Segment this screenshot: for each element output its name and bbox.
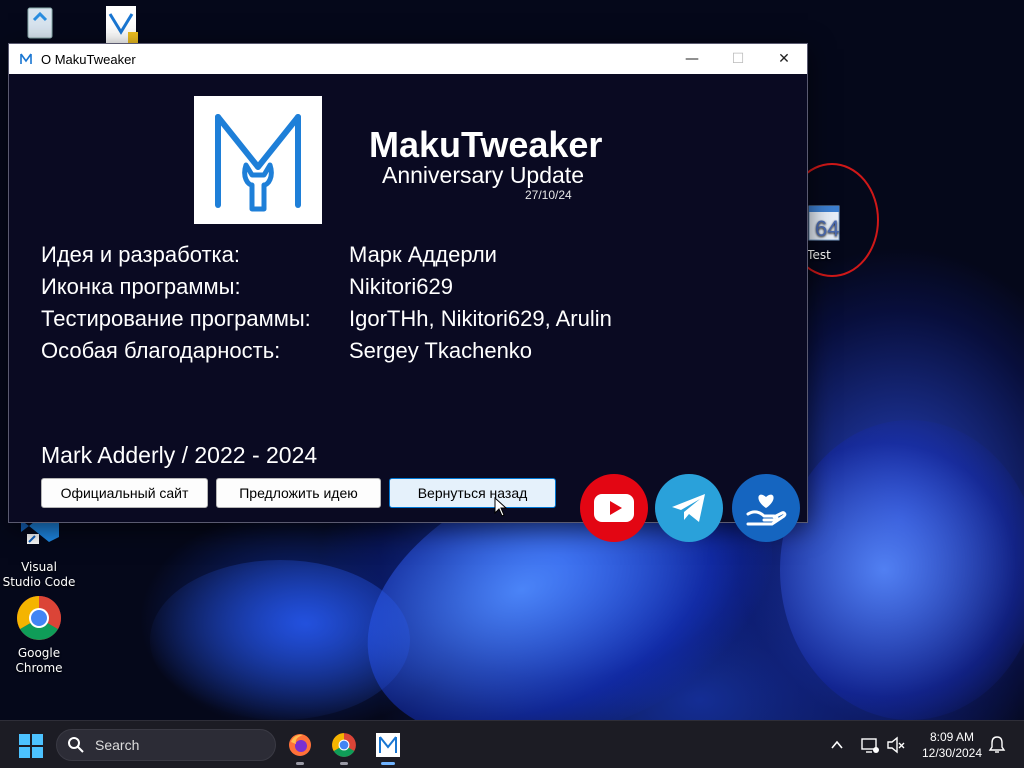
chrome-icon [15, 594, 63, 642]
about-content: MakuTweaker Anniversary Update 27/10/24 … [9, 74, 807, 542]
wallpaper-swirl [780, 420, 1024, 720]
firefox-icon [289, 734, 311, 756]
credit-value: IgorTHh, Nikitori629, Arulin [349, 306, 612, 331]
donate-icon [746, 494, 787, 526]
credit-label: Тестирование программы: [41, 306, 311, 331]
suggest-idea-button[interactable]: Предложить идею [216, 478, 381, 508]
wallpaper-swirl [150, 560, 410, 720]
active-indicator [381, 762, 395, 765]
app-logo [194, 96, 322, 224]
taskbar-firefox[interactable] [284, 729, 316, 765]
youtube-button[interactable] [580, 474, 648, 542]
credit-value: Sergey Tkachenko [349, 338, 533, 363]
taskbar: Search 8:09 AM 12/30/2024 [0, 720, 1024, 768]
running-indicator [296, 762, 304, 765]
go-back-button[interactable]: Вернуться назад [389, 478, 556, 508]
app-icon [20, 53, 32, 64]
makutweaker-logo-icon [215, 114, 301, 212]
minimize-button[interactable]: — [669, 44, 715, 74]
system-clock[interactable]: 8:09 AM 12/30/2024 [918, 729, 986, 761]
donate-button[interactable] [732, 474, 800, 542]
title-bar[interactable]: О MakuTweaker — ☐ ✕ [9, 44, 807, 74]
mouse-cursor-icon [494, 497, 508, 517]
credit-value: Марк Аддерли [349, 242, 497, 267]
official-site-button[interactable]: Официальный сайт [41, 478, 208, 508]
youtube-icon [594, 494, 634, 522]
taskbar-makutweaker[interactable] [372, 729, 404, 765]
makutweaker-icon [376, 733, 400, 757]
credit-value: Nikitori629 [349, 274, 453, 299]
credit-label: Особая благодарность: [41, 338, 281, 363]
maximize-button[interactable]: ☐ [715, 44, 761, 74]
running-indicator [340, 762, 348, 765]
app-name: MakuTweaker [369, 124, 603, 165]
telegram-icon [672, 494, 705, 522]
notification-bell-icon[interactable] [988, 735, 1006, 755]
chrome-icon [332, 733, 356, 757]
minimize-icon: — [685, 51, 699, 67]
maximize-icon: ☐ [731, 51, 745, 67]
clock-time: 8:09 AM [929, 730, 975, 744]
chevron-up-icon[interactable] [830, 739, 844, 751]
taskbar-search[interactable]: Search [56, 729, 276, 761]
start-button[interactable] [18, 733, 44, 759]
close-button[interactable]: ✕ [761, 44, 807, 74]
search-placeholder: Search [95, 737, 140, 753]
close-icon: ✕ [778, 51, 790, 67]
release-date: 27/10/24 [525, 188, 572, 202]
clock-date: 12/30/2024 [921, 746, 983, 760]
network-icon[interactable] [860, 735, 880, 755]
search-icon [68, 737, 84, 753]
credit-label: Идея и разработка: [41, 242, 240, 267]
window-title: О MakuTweaker [41, 51, 136, 67]
credit-label: Иконка программы: [41, 274, 241, 299]
app-edition: Anniversary Update [382, 162, 584, 188]
copyright-text: Mark Adderly / 2022 - 2024 [41, 442, 318, 468]
volume-muted-icon[interactable] [886, 735, 906, 755]
desktop-icon-chrome[interactable]: Google Chrome [1, 594, 77, 676]
taskbar-chrome[interactable] [328, 729, 360, 765]
about-window: О MakuTweaker — ☐ ✕ MakuTweaker Annivers… [8, 43, 808, 542]
telegram-button[interactable] [655, 474, 723, 542]
